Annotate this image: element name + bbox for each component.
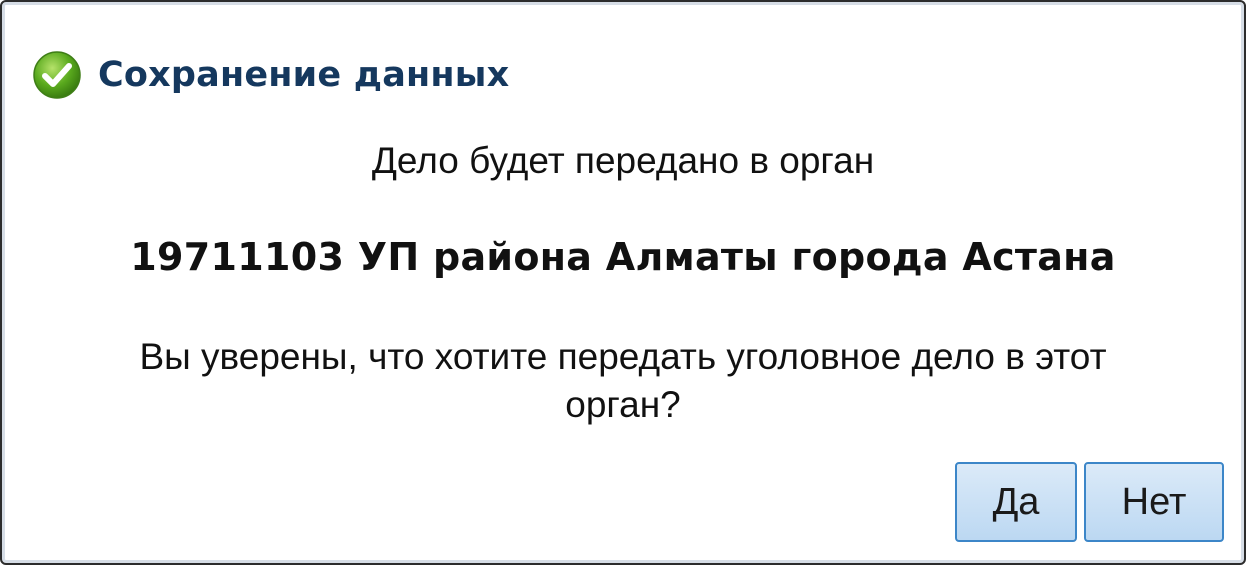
yes-button[interactable]: Да: [955, 462, 1077, 542]
check-circle-icon: [32, 50, 82, 100]
organ-name: 19711103 УП района Алматы города Астана: [130, 235, 1116, 279]
confirmation-dialog: Сохранение данных Дело будет передано в …: [0, 0, 1246, 565]
dialog-titlebar: Сохранение данных: [32, 46, 509, 104]
no-button[interactable]: Нет: [1084, 462, 1224, 542]
dialog-buttons: Да Нет: [955, 462, 1224, 542]
confirmation-question: Вы уверены, что хотите передать уголовно…: [139, 336, 1107, 425]
transfer-message: Дело будет передано в орган: [371, 140, 875, 181]
dialog-title: Сохранение данных: [98, 55, 510, 95]
